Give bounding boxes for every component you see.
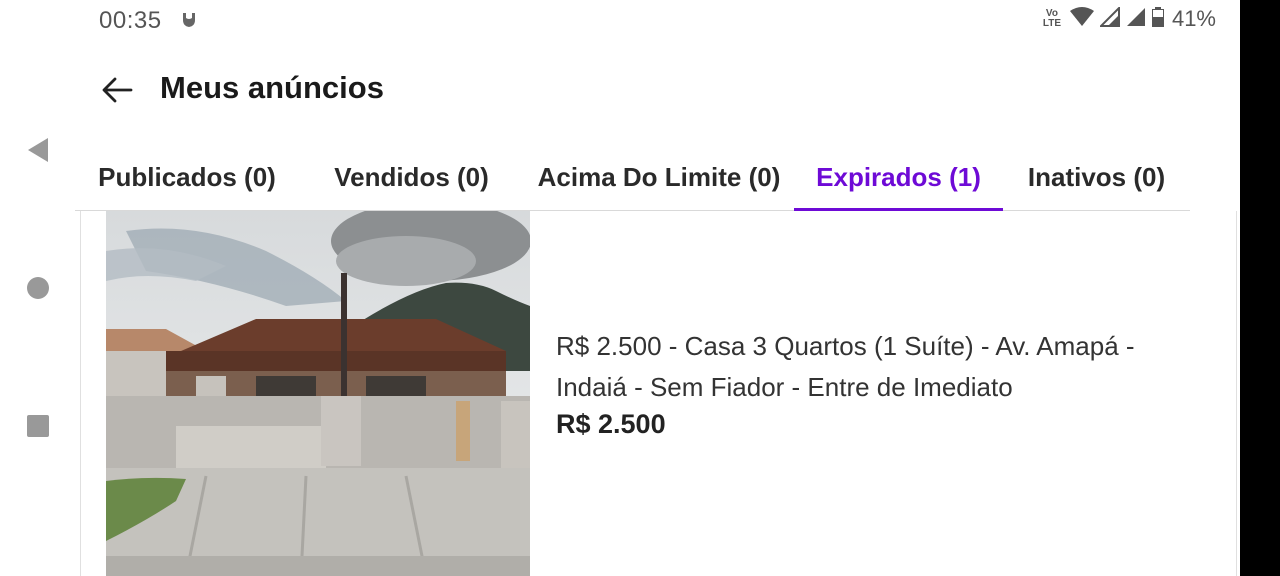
tab-label: Publicados (0) [98, 161, 276, 192]
signal-icon [1098, 5, 1120, 32]
tab-expirados[interactable]: Expirados (1) [794, 144, 1003, 211]
volte-indicator: Vo LTE [1042, 8, 1062, 29]
shield-notification-icon [182, 12, 196, 33]
battery-level: 41% [1171, 6, 1216, 31]
system-navigation-bar [0, 0, 75, 576]
page-title: Meus anúncios [160, 70, 384, 105]
screen-edge [1240, 0, 1280, 576]
back-triangle-icon[interactable] [22, 134, 54, 166]
app-bar: Meus anúncios [75, 56, 1240, 120]
tab-label: Expirados (1) [816, 161, 981, 192]
tab-vendidos[interactable]: Vendidos (0) [299, 144, 524, 210]
listing-card[interactable]: R$ 2.500 - Casa 3 Quartos (1 Suíte) - Av… [80, 211, 1237, 576]
tab-label: Inativos (0) [1027, 161, 1166, 192]
listing-price: R$ 2.500 [556, 409, 666, 439]
house-photo[interactable] [106, 211, 530, 576]
signal-icon-2 [1126, 7, 1146, 32]
tab-publicados[interactable]: Publicados (0) [75, 144, 299, 210]
back-button[interactable] [97, 70, 137, 110]
tab-acima-do-limite[interactable]: Acima Do Limite (0) [524, 144, 794, 210]
tab-label: Vendidos (0) [334, 161, 489, 192]
clock: 00:35 [99, 7, 162, 34]
battery-icon [1151, 6, 1164, 32]
home-circle-icon[interactable] [22, 272, 54, 304]
recents-square-icon[interactable] [22, 410, 54, 442]
tab-inativos[interactable]: Inativos (0) [1003, 144, 1190, 210]
status-icons: Vo LTE 41% [1040, 5, 1216, 32]
arrow-left-icon [102, 77, 133, 103]
tab-bar: Publicados (0) Vendidos (0) Acima Do Lim… [75, 144, 1190, 211]
status-bar: 00:35 Vo LTE 41% [75, 0, 1240, 44]
listing-title[interactable]: R$ 2.500 - Casa 3 Quartos (1 Suíte) - Av… [556, 326, 1196, 408]
wifi-icon [1069, 6, 1094, 32]
tab-label: Acima Do Limite (0) [537, 161, 781, 192]
